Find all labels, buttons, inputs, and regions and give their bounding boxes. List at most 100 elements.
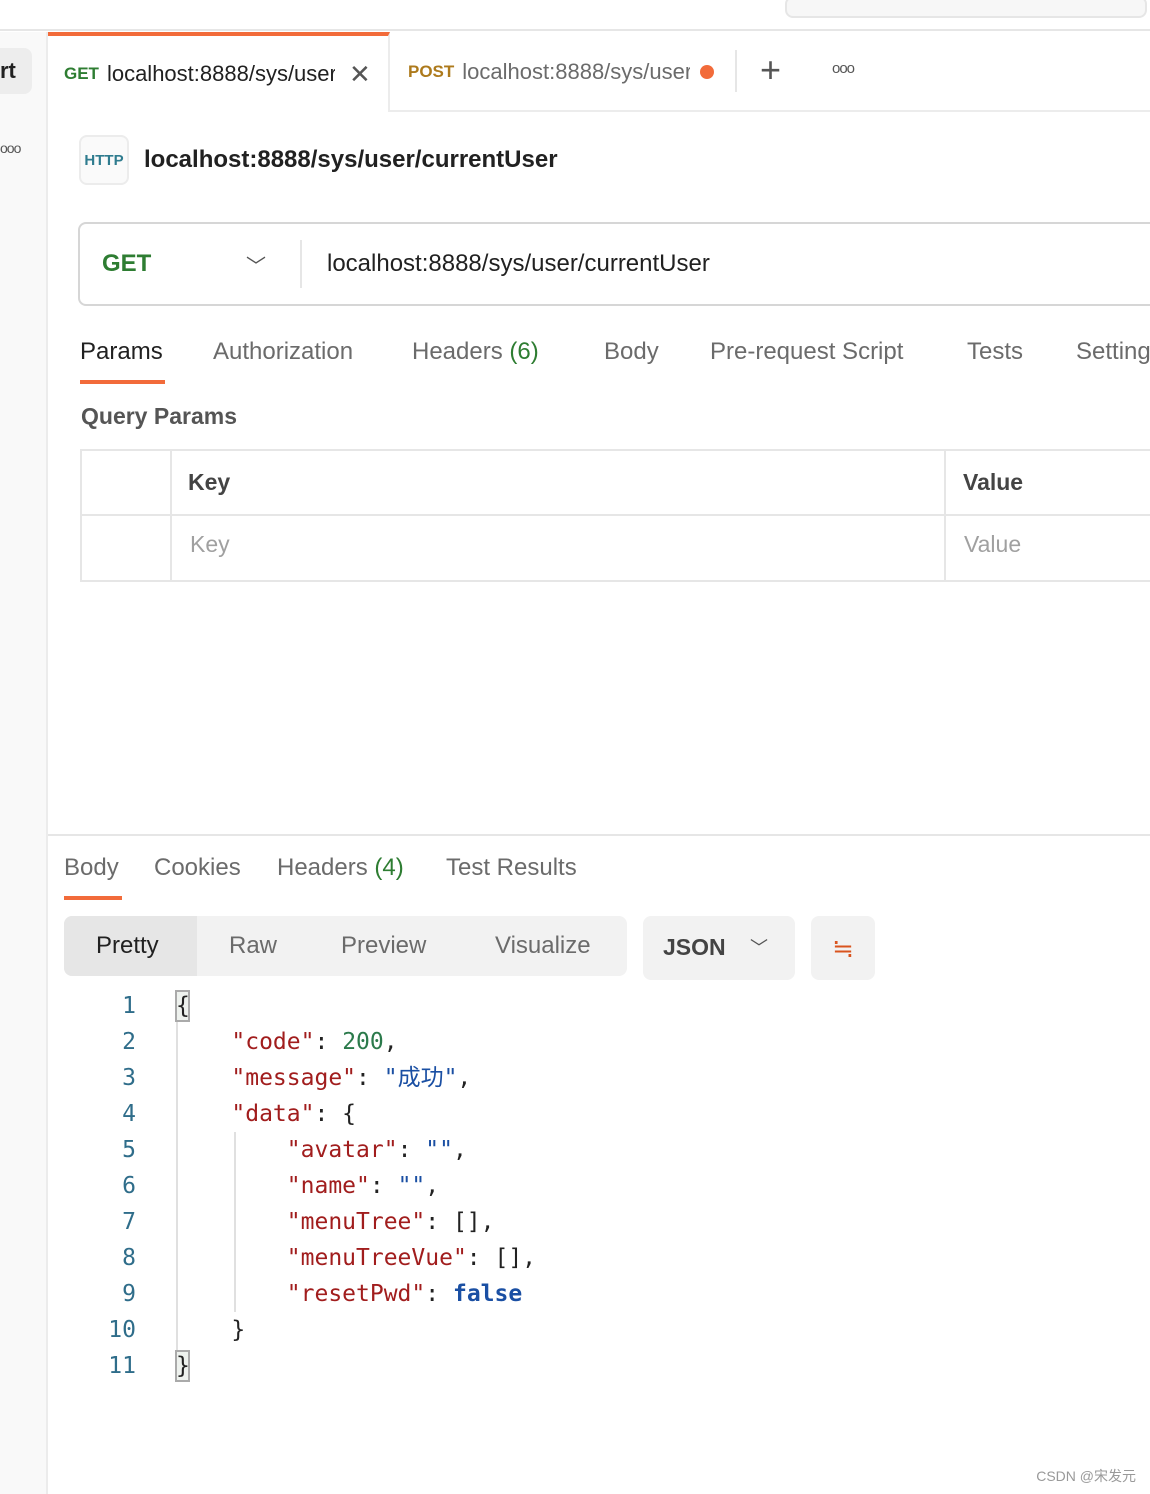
line-number: 4 (122, 1101, 136, 1127)
tab-body[interactable]: Body (604, 338, 659, 366)
response-tab-test-results[interactable]: Test Results (446, 854, 577, 882)
close-icon[interactable]: ✕ (349, 59, 371, 90)
code-line: "message": "成功", (176, 1060, 536, 1096)
code-token: : [], (466, 1245, 537, 1271)
code-token: : { (314, 1101, 357, 1127)
more-icon[interactable]: ooo (0, 140, 21, 156)
pane-divider[interactable] (48, 834, 1150, 836)
url-input[interactable]: localhost:8888/sys/user/currentUser (327, 250, 710, 278)
active-tab-indicator (80, 380, 165, 384)
http-icon: HTTP (79, 135, 129, 185)
key-input[interactable]: Key (190, 531, 230, 558)
view-preview-button[interactable]: Preview (341, 932, 426, 960)
view-raw-button[interactable]: Raw (229, 932, 277, 960)
response-tab-headers[interactable]: Headers (4) (277, 854, 404, 882)
tab-authorization[interactable]: Authorization (213, 338, 353, 366)
code-token: : (397, 1137, 426, 1163)
divider (80, 514, 1150, 516)
tab-get-current-user[interactable]: GET localhost:8888/sys/user/currentUser … (48, 32, 390, 112)
code-token: "" (397, 1173, 426, 1199)
method-select[interactable]: GET (102, 250, 151, 278)
code-line: { (176, 988, 536, 1024)
line-number: 6 (122, 1173, 136, 1199)
tab-label: Body (64, 854, 119, 881)
divider (300, 240, 302, 288)
line-numbers: 1 2 3 4 5 6 7 8 9 10 11 (64, 988, 136, 1384)
tab-post-current-user[interactable]: POST localhost:8888/sys/user/currentUser (392, 32, 732, 112)
code-token: false (452, 1281, 523, 1307)
code-line: "code": 200, (176, 1024, 536, 1060)
tab-params[interactable]: Params (80, 338, 163, 366)
code-token: "avatar" (286, 1137, 398, 1163)
wrap-lines-icon[interactable]: ≒ (811, 916, 875, 980)
code-token: { (176, 993, 190, 1019)
line-number: 7 (122, 1209, 136, 1235)
response-tab-body[interactable]: Body (64, 854, 119, 882)
tab-label: Test Results (446, 854, 577, 881)
code-token: , (457, 1065, 472, 1091)
code-token: : (314, 1029, 343, 1055)
code-token: , (425, 1173, 440, 1199)
headers-count: (6) (509, 338, 539, 365)
code-token: "成功" (383, 1065, 458, 1091)
code-token: "" (425, 1137, 453, 1163)
code-token: "menuTreeVue" (286, 1245, 467, 1271)
tab-settings[interactable]: Settings (1076, 338, 1150, 366)
tab-label: Pre-request Script (710, 338, 904, 365)
unsaved-dot-icon (700, 65, 715, 79)
code-token: , (383, 1029, 398, 1055)
new-tab-plus-icon[interactable]: + (760, 52, 781, 88)
code-line: "resetPwd": false (176, 1276, 536, 1312)
code-line: "name": "", (176, 1168, 536, 1204)
line-number: 3 (122, 1065, 136, 1091)
tab-headers[interactable]: Headers (6) (412, 338, 539, 366)
tab-pre-request-script[interactable]: Pre-request Script (710, 338, 903, 366)
left-panel (0, 32, 48, 1494)
watermark: CSDN @宋发元 (1036, 1468, 1136, 1484)
chevron-down-icon[interactable]: ﹀ (246, 250, 266, 279)
view-visualize-button[interactable]: Visualize (495, 932, 591, 960)
tab-label: Authorization (213, 338, 354, 365)
line-number: 9 (122, 1281, 136, 1307)
tab-label: Cookies (154, 854, 241, 881)
code-token: : [], (425, 1209, 495, 1235)
tab-tests[interactable]: Tests (967, 338, 1023, 366)
code-token: "resetPwd" (286, 1281, 426, 1307)
code-token: "menuTree" (286, 1209, 426, 1235)
code-token: } (176, 1353, 190, 1379)
sidebar-button[interactable]: rt (0, 48, 32, 94)
code-token: : (369, 1173, 398, 1199)
headers-count: (4) (374, 854, 404, 881)
line-number: 11 (108, 1353, 136, 1379)
code-token: 200 (342, 1029, 384, 1055)
format-label: JSON (663, 934, 726, 960)
line-number: 10 (108, 1317, 136, 1343)
code-token: "code" (231, 1029, 315, 1055)
request-title[interactable]: localhost:8888/sys/user/currentUser (144, 146, 558, 174)
response-body-code[interactable]: 1 2 3 4 5 6 7 8 9 10 11 { "code": 200, "message": … (64, 988, 536, 1384)
more-tabs-icon[interactable]: ooo (832, 60, 855, 77)
code-token: "message" (231, 1065, 357, 1091)
value-header: Value (963, 469, 1024, 495)
key-header: Key (188, 469, 231, 495)
divider (735, 50, 737, 92)
code-token: , (452, 1137, 467, 1163)
line-number: 5 (122, 1137, 136, 1163)
query-params-title: Query Params (81, 403, 237, 429)
chevron-down-icon: ﹀ (750, 938, 768, 958)
code-line: } (176, 1348, 536, 1384)
view-pretty-button[interactable]: Pretty (96, 932, 159, 960)
code-token: "name" (286, 1173, 370, 1199)
line-number: 1 (122, 993, 136, 1019)
value-input[interactable]: Value (964, 531, 1021, 558)
response-tab-cookies[interactable]: Cookies (154, 854, 241, 882)
search-input[interactable] (785, 0, 1147, 18)
